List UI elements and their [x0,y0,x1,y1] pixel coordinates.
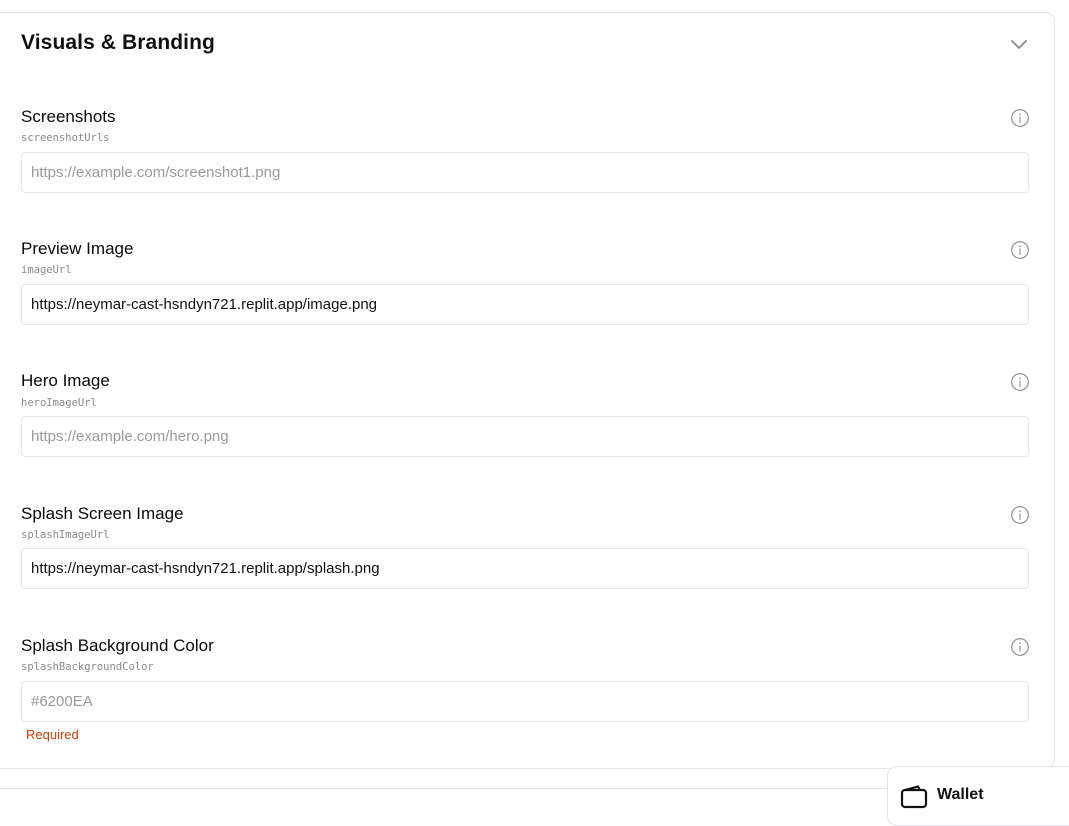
splash-background-color-input[interactable] [21,681,1029,722]
splash-screen-image-key: splashImageUrl [21,529,110,541]
info-icon[interactable] [1010,637,1030,657]
info-icon[interactable] [1010,505,1030,525]
info-icon[interactable] [1010,108,1030,128]
divider [0,788,890,789]
splash-background-color-key: splashBackgroundColor [21,661,154,673]
wallet-icon [900,785,928,809]
wallet-label: Wallet [937,786,984,803]
info-icon[interactable] [1010,372,1030,392]
chevron-down-icon[interactable] [1009,37,1029,53]
section-title[interactable]: Visuals & Branding [21,31,215,55]
wallet-button[interactable]: Wallet [887,766,1069,826]
hero-image-key: heroImageUrl [21,397,97,409]
screenshots-input[interactable] [21,152,1029,193]
splash-screen-image-label: Splash Screen Image [21,504,184,523]
preview-image-key: imageUrl [21,264,72,276]
hero-image-label: Hero Image [21,371,110,390]
info-icon[interactable] [1010,240,1030,260]
preview-image-input[interactable] [21,284,1029,325]
screenshots-label: Screenshots [21,107,116,126]
required-error: Required [26,727,79,742]
preview-image-label: Preview Image [21,239,134,258]
splash-background-color-label: Splash Background Color [21,636,214,655]
splash-screen-image-input[interactable] [21,548,1029,589]
hero-image-input[interactable] [21,416,1029,457]
screenshots-key: screenshotUrls [21,132,110,144]
